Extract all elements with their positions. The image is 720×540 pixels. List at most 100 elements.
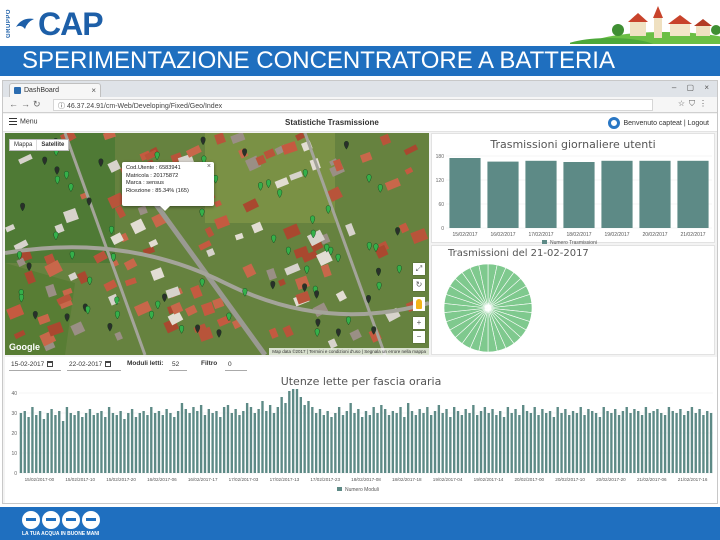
browser-tab[interactable]: DashBoard × bbox=[9, 83, 101, 97]
back-icon[interactable]: ← bbox=[9, 99, 18, 109]
window-controls[interactable]: – ▢ × bbox=[672, 83, 713, 92]
bar bbox=[525, 160, 557, 228]
filtro-input[interactable]: 0 bbox=[225, 359, 247, 371]
x-tick-label: 17/02/2017 bbox=[528, 232, 553, 238]
bar bbox=[426, 407, 429, 473]
bar bbox=[115, 415, 118, 473]
bar bbox=[598, 417, 602, 473]
menu-icon[interactable]: ⋮ bbox=[699, 99, 711, 108]
bar bbox=[77, 411, 80, 473]
menu-button[interactable]: Menu bbox=[9, 118, 38, 125]
bar bbox=[610, 413, 613, 473]
close-icon[interactable]: × bbox=[207, 163, 211, 171]
rotate-icon[interactable]: ↻ bbox=[413, 279, 425, 291]
bar bbox=[476, 415, 479, 473]
bar bbox=[92, 415, 95, 473]
bar bbox=[104, 417, 107, 473]
hourly-chart-title: Utenze lette per fascia oraria bbox=[280, 375, 442, 388]
brand-name: CAP bbox=[38, 6, 104, 42]
info-line-cod-utente: Cod.Utente : 6583941 bbox=[126, 165, 181, 171]
pegman-icon[interactable] bbox=[413, 297, 425, 311]
bar bbox=[406, 403, 410, 473]
map-type-satellite[interactable]: Satellite bbox=[36, 140, 68, 150]
filtro-label: Filtro bbox=[201, 360, 218, 367]
bar bbox=[594, 413, 598, 473]
map-attribution[interactable]: Map data ©2017 | Termini e condizioni d'… bbox=[269, 348, 429, 355]
bar bbox=[552, 417, 556, 473]
star-icon[interactable]: ☆ bbox=[678, 99, 689, 108]
zoom-out-icon[interactable]: − bbox=[413, 331, 425, 343]
bar bbox=[207, 409, 210, 473]
bar bbox=[640, 415, 644, 473]
moduli-value: 52 bbox=[169, 359, 187, 371]
bar bbox=[84, 413, 88, 473]
filter-row: 15-02-2017 22-02-2017 Moduli letti: 52 F… bbox=[5, 357, 717, 373]
bar bbox=[449, 417, 452, 473]
zoom-in-icon[interactable]: + bbox=[413, 317, 425, 329]
bar bbox=[364, 411, 368, 473]
bar bbox=[253, 413, 256, 473]
browser-window: DashBoard × – ▢ × ← → ↻ ⓘ 46.37.24.91/cm… bbox=[2, 80, 718, 504]
tab-close-icon[interactable]: × bbox=[91, 86, 96, 95]
satellite-map[interactable]: Mappa Satellite × Cod.Utente : 6583941 Ma… bbox=[5, 133, 429, 355]
shield-icon[interactable]: ⛉ bbox=[689, 99, 699, 108]
fullscreen-icon[interactable]: ⤢ bbox=[413, 263, 425, 275]
bar bbox=[130, 409, 134, 473]
x-tick-label: 19/02/2017 bbox=[604, 232, 629, 238]
bar bbox=[169, 413, 172, 473]
forward-icon[interactable]: → bbox=[21, 99, 30, 109]
bar bbox=[621, 411, 625, 473]
bar bbox=[644, 407, 648, 473]
bar bbox=[345, 411, 349, 473]
y-tick-label: 180 bbox=[436, 154, 445, 160]
url-field[interactable]: ⓘ 46.37.24.91/cm-Web/Developing/Fixed/Ge… bbox=[53, 99, 653, 111]
bar bbox=[192, 407, 195, 473]
bar bbox=[483, 407, 487, 473]
bar bbox=[188, 413, 191, 473]
x-tick-label: 20/02/2017-00 bbox=[514, 477, 544, 482]
bar bbox=[380, 405, 383, 473]
footer-tagline: LA TUA ACQUA IN BUONE MANI bbox=[22, 531, 100, 537]
google-logo: Google bbox=[9, 342, 40, 352]
bar bbox=[564, 409, 567, 473]
bar bbox=[617, 415, 621, 473]
map-type-control[interactable]: Mappa Satellite bbox=[9, 139, 70, 151]
bar bbox=[242, 411, 245, 473]
app-title: Statistiche Trasmissione bbox=[285, 118, 379, 127]
bar bbox=[702, 415, 705, 473]
bar bbox=[211, 413, 214, 473]
bar bbox=[529, 413, 533, 473]
x-tick-label: 21/02/2017-16 bbox=[678, 477, 708, 482]
x-tick-label: 17/02/2017-13 bbox=[270, 477, 300, 482]
x-tick-label: 19/02/2017-04 bbox=[433, 477, 463, 482]
group-label: GRUPPO bbox=[6, 9, 12, 39]
hamburger-icon bbox=[9, 118, 17, 125]
reload-icon[interactable]: ↻ bbox=[33, 99, 41, 110]
bar bbox=[637, 411, 640, 473]
bar bbox=[495, 415, 498, 473]
bar bbox=[591, 411, 594, 473]
bar bbox=[54, 415, 57, 473]
date-from-field[interactable]: 15-02-2017 bbox=[9, 359, 61, 371]
map-imagery[interactable] bbox=[5, 133, 429, 355]
bar bbox=[330, 417, 333, 473]
bar bbox=[314, 413, 318, 473]
browser-actions[interactable]: ☆⛉⋮ bbox=[678, 99, 711, 109]
date-to-field[interactable]: 22-02-2017 bbox=[67, 359, 121, 371]
bar bbox=[410, 411, 414, 473]
bar bbox=[487, 413, 490, 473]
bar bbox=[606, 411, 609, 473]
map-type-mappa[interactable]: Mappa bbox=[10, 140, 36, 150]
bar bbox=[460, 415, 464, 473]
url-text: 46.37.24.91/cm-Web/Developing/Fixed/Geo/… bbox=[66, 103, 223, 110]
bar bbox=[165, 409, 168, 473]
bar bbox=[614, 409, 617, 473]
village-illustration bbox=[570, 6, 720, 44]
user-welcome[interactable]: Benvenuto capteat | Logout bbox=[607, 117, 709, 129]
bar bbox=[111, 413, 115, 473]
bar bbox=[238, 415, 241, 473]
calendar-icon[interactable] bbox=[47, 361, 54, 368]
calendar-icon[interactable] bbox=[105, 361, 112, 368]
bar bbox=[134, 417, 138, 473]
bar bbox=[245, 403, 249, 473]
